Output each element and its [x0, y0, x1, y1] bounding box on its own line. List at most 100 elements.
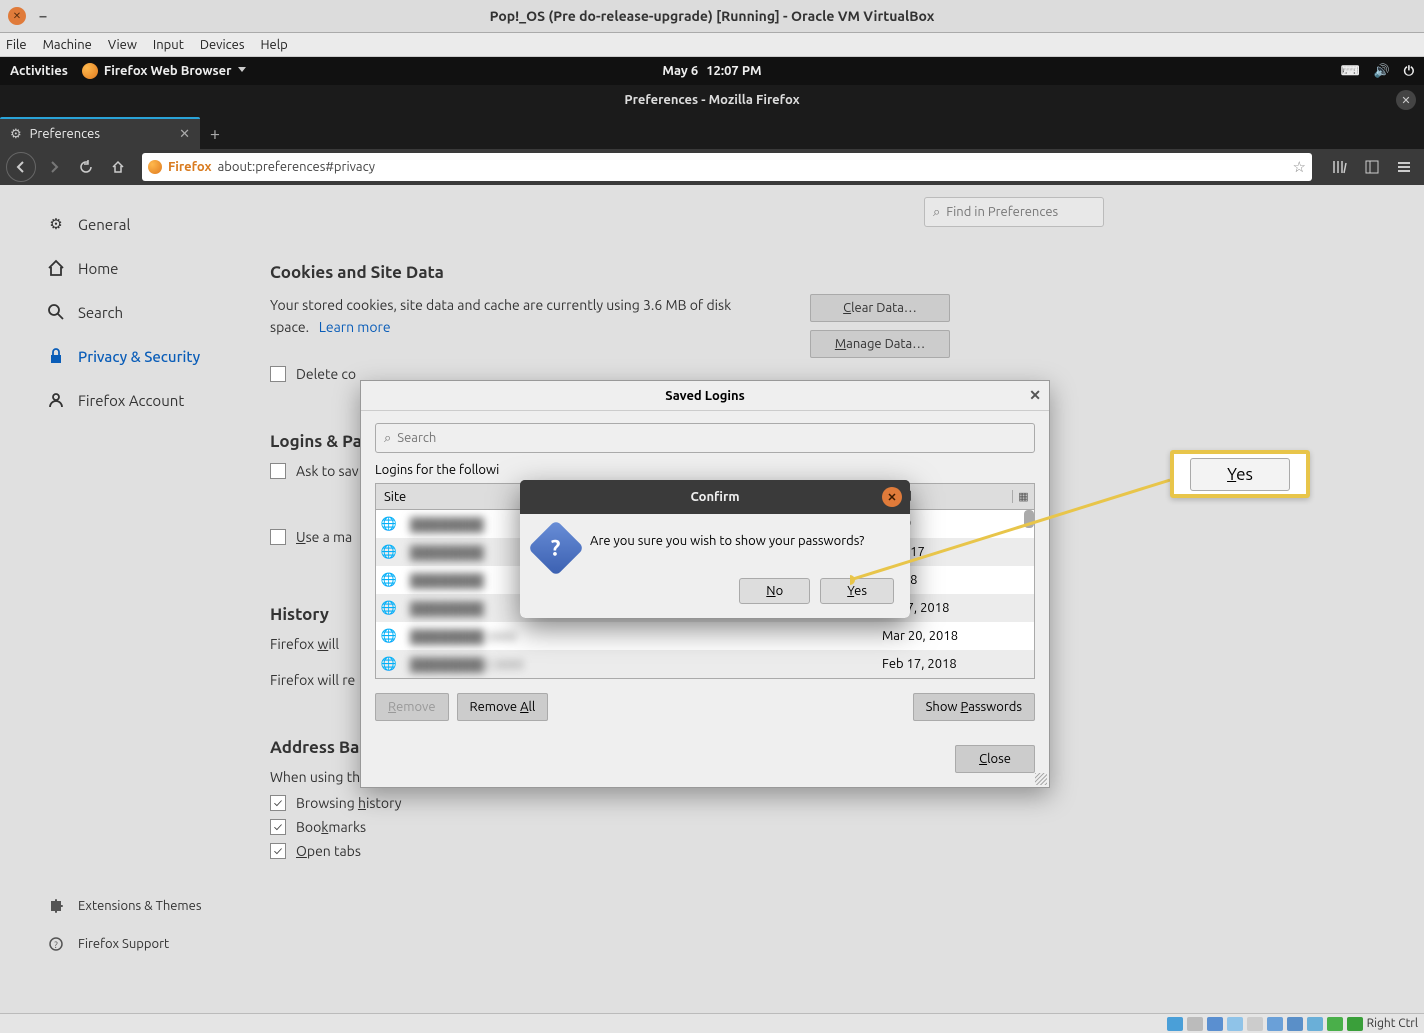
- vb-close-button[interactable]: ✕: [8, 7, 26, 25]
- tab-preferences[interactable]: ⚙ Preferences ✕: [0, 117, 200, 149]
- browsing-history-checkbox[interactable]: [270, 795, 286, 811]
- checkbox-label: Use a ma: [296, 529, 352, 545]
- bookmark-star-icon[interactable]: ☆: [1293, 158, 1306, 176]
- learn-more-link[interactable]: Learn more: [319, 319, 391, 335]
- vb-menu-input[interactable]: Input: [153, 38, 184, 52]
- vb-mouse-icon[interactable]: [1347, 1017, 1363, 1031]
- open-tabs-checkbox[interactable]: [270, 843, 286, 859]
- manage-data-button[interactable]: Manage Data…: [810, 330, 950, 358]
- table-row[interactable]: 🌐 ████████:3000 Mar 20, 2018: [376, 622, 1034, 650]
- nav-toolbar: Firefox about:preferences#privacy ☆: [0, 149, 1424, 185]
- sidebar-button[interactable]: [1358, 153, 1386, 181]
- vb-cpu-icon[interactable]: [1327, 1017, 1343, 1031]
- globe-icon: 🌐: [376, 657, 402, 672]
- volume-icon[interactable]: 🔊: [1374, 64, 1390, 79]
- sidebar-item-general[interactable]: ⚙ General: [38, 205, 240, 243]
- vb-hdd-icon[interactable]: [1167, 1017, 1183, 1031]
- activities-button[interactable]: Activities: [10, 64, 68, 78]
- url-text: about:preferences#privacy: [218, 160, 375, 174]
- lock-icon: [46, 346, 66, 366]
- globe-icon: 🌐: [376, 629, 402, 644]
- search-icon: [46, 302, 66, 322]
- dialog-titlebar: Saved Logins ✕: [361, 381, 1049, 411]
- cell-site: ████████:3000: [402, 629, 681, 644]
- confirm-dialog: Confirm ✕ ? Are you sure you wish to sho…: [520, 480, 910, 618]
- power-icon[interactable]: ⏻: [1404, 64, 1414, 79]
- vb-menu-machine[interactable]: Machine: [43, 38, 92, 52]
- column-picker-icon[interactable]: ▦: [1012, 490, 1034, 503]
- vb-shared-folder-icon[interactable]: [1267, 1017, 1283, 1031]
- sidebar-item-account[interactable]: Firefox Account: [38, 381, 240, 419]
- vb-network-icon[interactable]: [1227, 1017, 1243, 1031]
- back-button[interactable]: [6, 152, 36, 182]
- home-button[interactable]: [104, 153, 132, 181]
- vb-display-icon[interactable]: [1287, 1017, 1303, 1031]
- vb-record-icon[interactable]: [1307, 1017, 1323, 1031]
- vb-optical-icon[interactable]: [1187, 1017, 1203, 1031]
- preferences-sidebar: ⚙ General Home Search Privacy & Security: [0, 185, 240, 1013]
- firefox-close-button[interactable]: ✕: [1396, 90, 1416, 110]
- app-menu[interactable]: Firefox Web Browser: [82, 63, 246, 79]
- puzzle-icon: [46, 896, 66, 916]
- vb-minimize-button[interactable]: –: [34, 7, 52, 25]
- vb-menu-devices[interactable]: Devices: [200, 38, 245, 52]
- delete-cookies-checkbox[interactable]: [270, 366, 286, 382]
- sidebar-item-extensions[interactable]: Extensions & Themes: [38, 887, 240, 925]
- annotation-yes-button: Yes: [1190, 458, 1290, 491]
- annotation-highlight: Yes: [1170, 450, 1310, 498]
- host-key-label: Right Ctrl: [1367, 1017, 1418, 1030]
- yes-button[interactable]: Yes: [820, 578, 894, 604]
- resize-grip[interactable]: [1035, 773, 1047, 785]
- sidebar-item-home[interactable]: Home: [38, 249, 240, 287]
- sidebar-item-search[interactable]: Search: [38, 293, 240, 331]
- confirm-message: Are you sure you wish to show your passw…: [590, 528, 864, 548]
- section-title-cookies: Cookies and Site Data: [270, 263, 1404, 282]
- confirm-close-button[interactable]: ✕: [882, 487, 902, 507]
- remove-all-button[interactable]: Remove All: [457, 693, 549, 721]
- bookmarks-checkbox[interactable]: [270, 819, 286, 835]
- library-button[interactable]: [1326, 153, 1354, 181]
- scrollbar-thumb[interactable]: [1024, 510, 1034, 528]
- vb-window-title: Pop!_OS (Pre do-release-upgrade) [Runnin…: [490, 8, 935, 24]
- dialog-title: Saved Logins: [665, 389, 745, 403]
- tab-label: Preferences: [30, 127, 100, 141]
- logins-search-input[interactable]: ⌕ Search: [375, 423, 1035, 453]
- clear-data-button[interactable]: Clear Data…: [810, 294, 950, 322]
- no-button[interactable]: No: [739, 578, 810, 604]
- close-button[interactable]: Close: [955, 745, 1035, 773]
- app-menu-label: Firefox Web Browser: [104, 64, 232, 78]
- table-row[interactable]: 🌐 ████████2:3000 Feb 17, 2018: [376, 650, 1034, 678]
- ask-save-checkbox[interactable]: [270, 463, 286, 479]
- sidebar-item-label: Firefox Support: [78, 937, 169, 951]
- keyboard-icon[interactable]: ⌨: [1341, 64, 1360, 79]
- firefox-icon: [148, 160, 162, 174]
- help-icon: ?: [46, 934, 66, 954]
- cookies-description: Your stored cookies, site data and cache…: [270, 294, 750, 358]
- reload-button[interactable]: [72, 153, 100, 181]
- vb-usb-icon[interactable]: [1247, 1017, 1263, 1031]
- hamburger-menu-button[interactable]: [1390, 153, 1418, 181]
- master-password-checkbox[interactable]: [270, 529, 286, 545]
- vb-menu-help[interactable]: Help: [261, 38, 288, 52]
- show-passwords-button[interactable]: Show Passwords: [913, 693, 1035, 721]
- new-tab-button[interactable]: +: [200, 119, 230, 149]
- gear-icon: ⚙: [10, 127, 22, 142]
- tab-close-icon[interactable]: ✕: [179, 127, 190, 142]
- sidebar-item-support[interactable]: ? Firefox Support: [38, 925, 240, 963]
- clock[interactable]: May 6 12:07 PM: [662, 64, 761, 78]
- vb-menu-file[interactable]: File: [6, 38, 27, 52]
- globe-icon: 🌐: [376, 545, 402, 560]
- vb-audio-icon[interactable]: [1207, 1017, 1223, 1031]
- find-input[interactable]: ⌕ Find in Preferences: [924, 197, 1104, 227]
- remove-button[interactable]: Remove: [375, 693, 449, 721]
- sidebar-item-privacy[interactable]: Privacy & Security: [38, 337, 240, 375]
- url-bar[interactable]: Firefox about:preferences#privacy ☆: [142, 153, 1312, 181]
- tab-bar: ⚙ Preferences ✕ +: [0, 115, 1424, 149]
- dialog-close-button[interactable]: ✕: [1029, 387, 1041, 404]
- confirm-title-text: Confirm: [690, 490, 739, 504]
- svg-text:?: ?: [54, 940, 58, 950]
- forward-button[interactable]: [40, 153, 68, 181]
- clock-time: 12:07 PM: [706, 64, 761, 78]
- vb-menu-view[interactable]: View: [108, 38, 137, 52]
- checkbox-label: Browsing history: [296, 795, 401, 811]
